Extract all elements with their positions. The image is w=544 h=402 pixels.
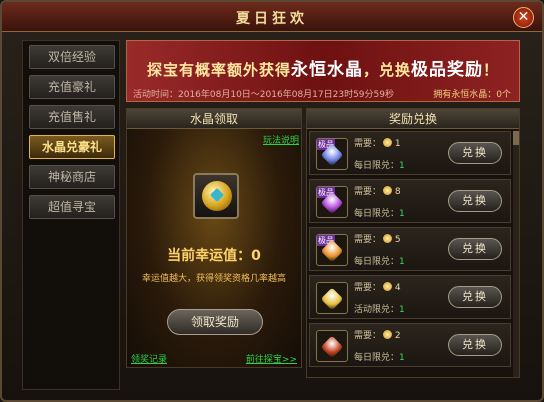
reward-item-icon[interactable]: 极品 [316, 138, 348, 170]
sidebar-item-double-exp[interactable]: 双倍经验 [29, 45, 115, 69]
rules-link[interactable]: 玩法说明 [263, 133, 299, 146]
rewards-panel-title: 奖励兑换 [307, 109, 519, 129]
sidebar-item-recharge-gift[interactable]: 充值豪礼 [29, 75, 115, 99]
sidebar-item-recharge-sale[interactable]: 充值售礼 [29, 105, 115, 129]
headline-crystal: 永恒水晶 [290, 60, 363, 80]
crystal-panel-title: 水晶领取 [127, 109, 301, 129]
gem-icon [320, 287, 344, 311]
limit-label: 每日限兑： [354, 209, 400, 219]
limit-label: 每日限兑： [354, 257, 400, 267]
luck-description: 幸运值越大，获得领奖资格几率越高 [141, 274, 286, 284]
reward-row: 极品 需要： 5 每日限兑：1 兑换 [309, 227, 511, 271]
redeem-button[interactable]: 兑换 [448, 142, 502, 164]
reward-item-icon[interactable] [316, 330, 348, 362]
reward-row: 需要： 2 每日限兑：1 兑换 [309, 323, 511, 367]
event-time: 活动时间：2016年08月10日～2016年08月17日23时59分59秒 [133, 90, 394, 100]
go-treasure-link[interactable]: 前往探宝>> [246, 352, 297, 365]
crystal-count: 拥有永恒水晶：0个 [433, 90, 511, 100]
redeem-button[interactable]: 兑换 [448, 286, 502, 308]
limit-info: 每日限兑：1 [354, 206, 405, 219]
crystal-coin-icon [383, 138, 393, 147]
limit-value: 1 [399, 257, 405, 267]
claim-record-link[interactable]: 领奖记录 [131, 352, 167, 365]
cost-label: 需要： [354, 139, 382, 149]
headline-part: ，兑换 [362, 61, 411, 79]
reward-item-icon[interactable] [316, 282, 348, 314]
cost-value: 5 [394, 235, 401, 245]
limit-info: 每日限兑：1 [354, 158, 405, 171]
claim-reward-button[interactable]: 领取奖励 [167, 309, 263, 335]
event-banner: 探宝有概率额外获得永恒水晶，兑换极品奖励！ 活动时间：2016年08月10日～2… [126, 40, 520, 102]
limit-info: 每日限兑：1 [354, 254, 405, 267]
cost-label: 需要： [354, 187, 382, 197]
reward-row: 极品 需要： 1 每日限兑：1 兑换 [309, 131, 511, 175]
headline-reward: 极品奖励 [411, 60, 483, 80]
cost-label: 需要： [354, 331, 382, 341]
cost-value: 4 [394, 283, 401, 293]
window-title: 夏日狂欢 [236, 11, 308, 27]
cost-info: 需要： 5 [354, 232, 401, 245]
banner-headline: 探宝有概率额外获得永恒水晶，兑换极品奖励！ [133, 55, 513, 80]
cost-info: 需要： 2 [354, 328, 401, 341]
reward-item-icon[interactable]: 极品 [316, 186, 348, 218]
cost-label: 需要： [354, 283, 382, 293]
limit-value: 1 [399, 209, 405, 219]
crystal-panel: 水晶领取 玩法说明 当前幸运值：0 幸运值越大，获得领奖资格几率越高 领取奖励 … [126, 108, 302, 368]
reward-item-icon[interactable]: 极品 [316, 234, 348, 266]
limit-value: 1 [399, 305, 405, 315]
title-bar: 夏日狂欢 ✕ [2, 2, 542, 32]
close-icon[interactable]: ✕ [513, 7, 534, 28]
limit-label: 每日限兑： [354, 161, 400, 171]
rewards-list: 极品 需要： 1 每日限兑：1 兑换 极品 需要： 8 每日限兑：1 兑换 极品 [309, 131, 511, 377]
limit-label: 活动限兑： [354, 305, 400, 315]
reward-row: 极品 需要： 8 每日限兑：1 兑换 [309, 179, 511, 223]
sidebar-item-mystery-shop[interactable]: 神秘商店 [29, 165, 115, 189]
crystal-coin-icon [383, 186, 393, 195]
rewards-panel: 奖励兑换 极品 需要： 1 每日限兑：1 兑换 极品 需要： 8 每日限兑：1 … [306, 108, 520, 378]
redeem-button[interactable]: 兑换 [448, 334, 502, 356]
redeem-button[interactable]: 兑换 [448, 238, 502, 260]
cost-value: 1 [394, 139, 401, 149]
sidebar-item-treasure-hunt[interactable]: 超值寻宝 [29, 195, 115, 219]
event-window: 夏日狂欢 ✕ 双倍经验 充值豪礼 充值售礼 水晶兑豪礼 神秘商店 超值寻宝 探宝… [0, 0, 544, 402]
cost-value: 2 [394, 331, 401, 341]
rewards-scrollbar[interactable] [513, 131, 519, 377]
limit-value: 1 [399, 161, 405, 171]
cost-label: 需要： [354, 235, 382, 245]
crystal-coin-icon [383, 234, 393, 243]
headline-part: 探宝有概率额外获得 [146, 61, 291, 79]
crystal-coin-icon [383, 330, 393, 339]
limit-value: 1 [399, 353, 405, 363]
luck-value: 当前幸运值：0 [167, 248, 261, 264]
crystal-slot [193, 173, 239, 219]
cost-info: 需要： 1 [354, 136, 401, 149]
scroll-thumb[interactable] [513, 131, 519, 145]
cost-info: 需要： 8 [354, 184, 401, 197]
redeem-button[interactable]: 兑换 [448, 190, 502, 212]
cost-info: 需要： 4 [354, 280, 401, 293]
limit-info: 每日限兑：1 [354, 350, 405, 363]
limit-info: 活动限兑：1 [354, 302, 405, 315]
eternal-crystal-icon [202, 181, 232, 211]
crystal-coin-icon [383, 282, 393, 291]
headline-part: ！ [483, 61, 500, 79]
sidebar-item-crystal-exchange[interactable]: 水晶兑豪礼 [29, 135, 115, 159]
reward-row: 需要： 4 活动限兑：1 兑换 [309, 275, 511, 319]
limit-label: 每日限兑： [354, 353, 400, 363]
sidebar: 双倍经验 充值豪礼 充值售礼 水晶兑豪礼 神秘商店 超值寻宝 [22, 40, 120, 390]
gem-icon [320, 335, 344, 359]
cost-value: 8 [394, 187, 401, 197]
